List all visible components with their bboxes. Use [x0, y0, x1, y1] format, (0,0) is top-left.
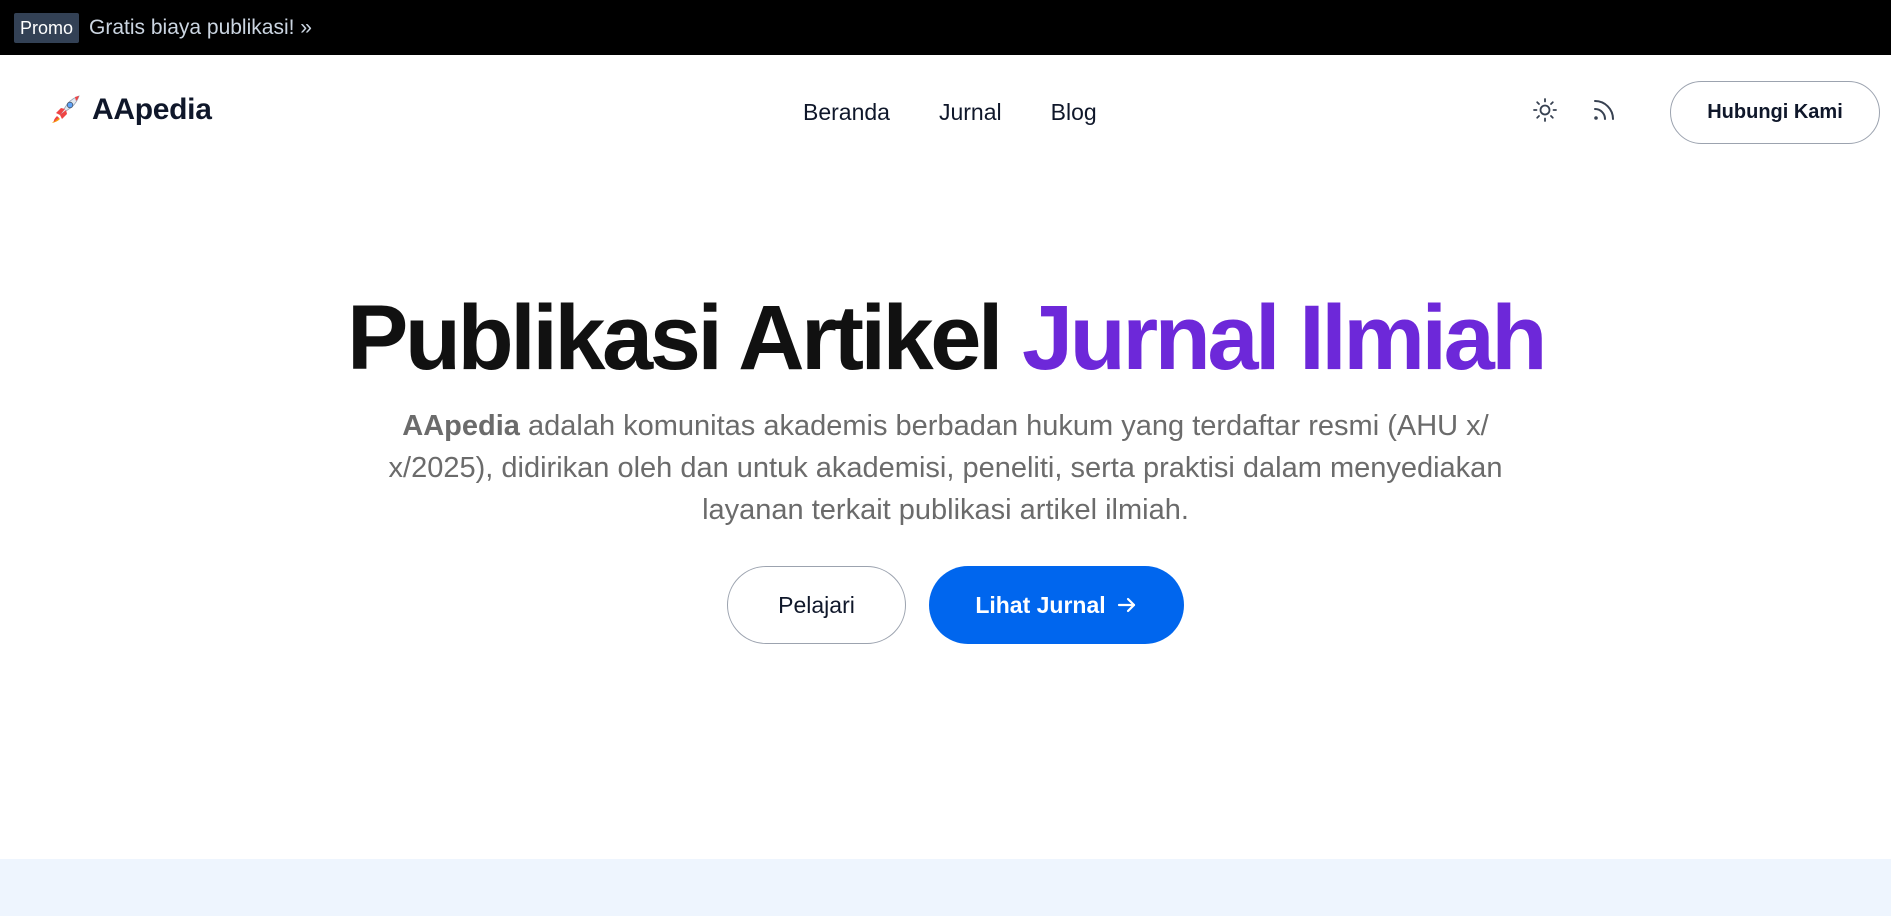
- hero-description-brand: AApedia: [402, 410, 520, 442]
- rss-icon: [1590, 96, 1618, 129]
- promo-link[interactable]: Gratis biaya publikasi! »: [89, 16, 312, 40]
- main-nav: Beranda Jurnal Blog: [803, 99, 1097, 126]
- hero-description: AApedia adalah komunitas akademis berbad…: [370, 405, 1521, 531]
- hero-description-text: adalah komunitas akademis berbadan hukum…: [388, 410, 1503, 526]
- nav-item-jurnal[interactable]: Jurnal: [939, 99, 1002, 126]
- promo-badge: Promo: [14, 12, 80, 43]
- hero-title-accent: Jurnal Ilmiah: [1021, 287, 1548, 389]
- view-journal-label: Lihat Jurnal: [975, 591, 1106, 618]
- view-journal-button[interactable]: Lihat Jurnal: [929, 566, 1184, 644]
- sun-icon: [1531, 96, 1559, 129]
- contact-button[interactable]: Hubungi Kami: [1670, 81, 1880, 144]
- hero-title-main: Publikasi Artikel: [347, 287, 1022, 389]
- hero-title: Publikasi Artikel Jurnal Ilmiah: [0, 283, 1891, 393]
- next-section-band: [0, 859, 1891, 916]
- nav-item-beranda[interactable]: Beranda: [803, 99, 890, 126]
- site-header: AApedia Beranda Jurnal Blog Hubungi Kami: [0, 55, 1891, 170]
- rss-button[interactable]: [1587, 95, 1621, 129]
- nav-item-blog[interactable]: Blog: [1051, 99, 1097, 126]
- logo-text: AApedia: [92, 93, 212, 126]
- theme-toggle-button[interactable]: [1528, 95, 1562, 129]
- promo-bar: Promo Gratis biaya publikasi! »: [0, 0, 1891, 55]
- arrow-right-icon: [1116, 594, 1138, 616]
- learn-button[interactable]: Pelajari: [727, 566, 906, 644]
- logo[interactable]: AApedia: [48, 93, 212, 127]
- rocket-icon: [48, 93, 82, 127]
